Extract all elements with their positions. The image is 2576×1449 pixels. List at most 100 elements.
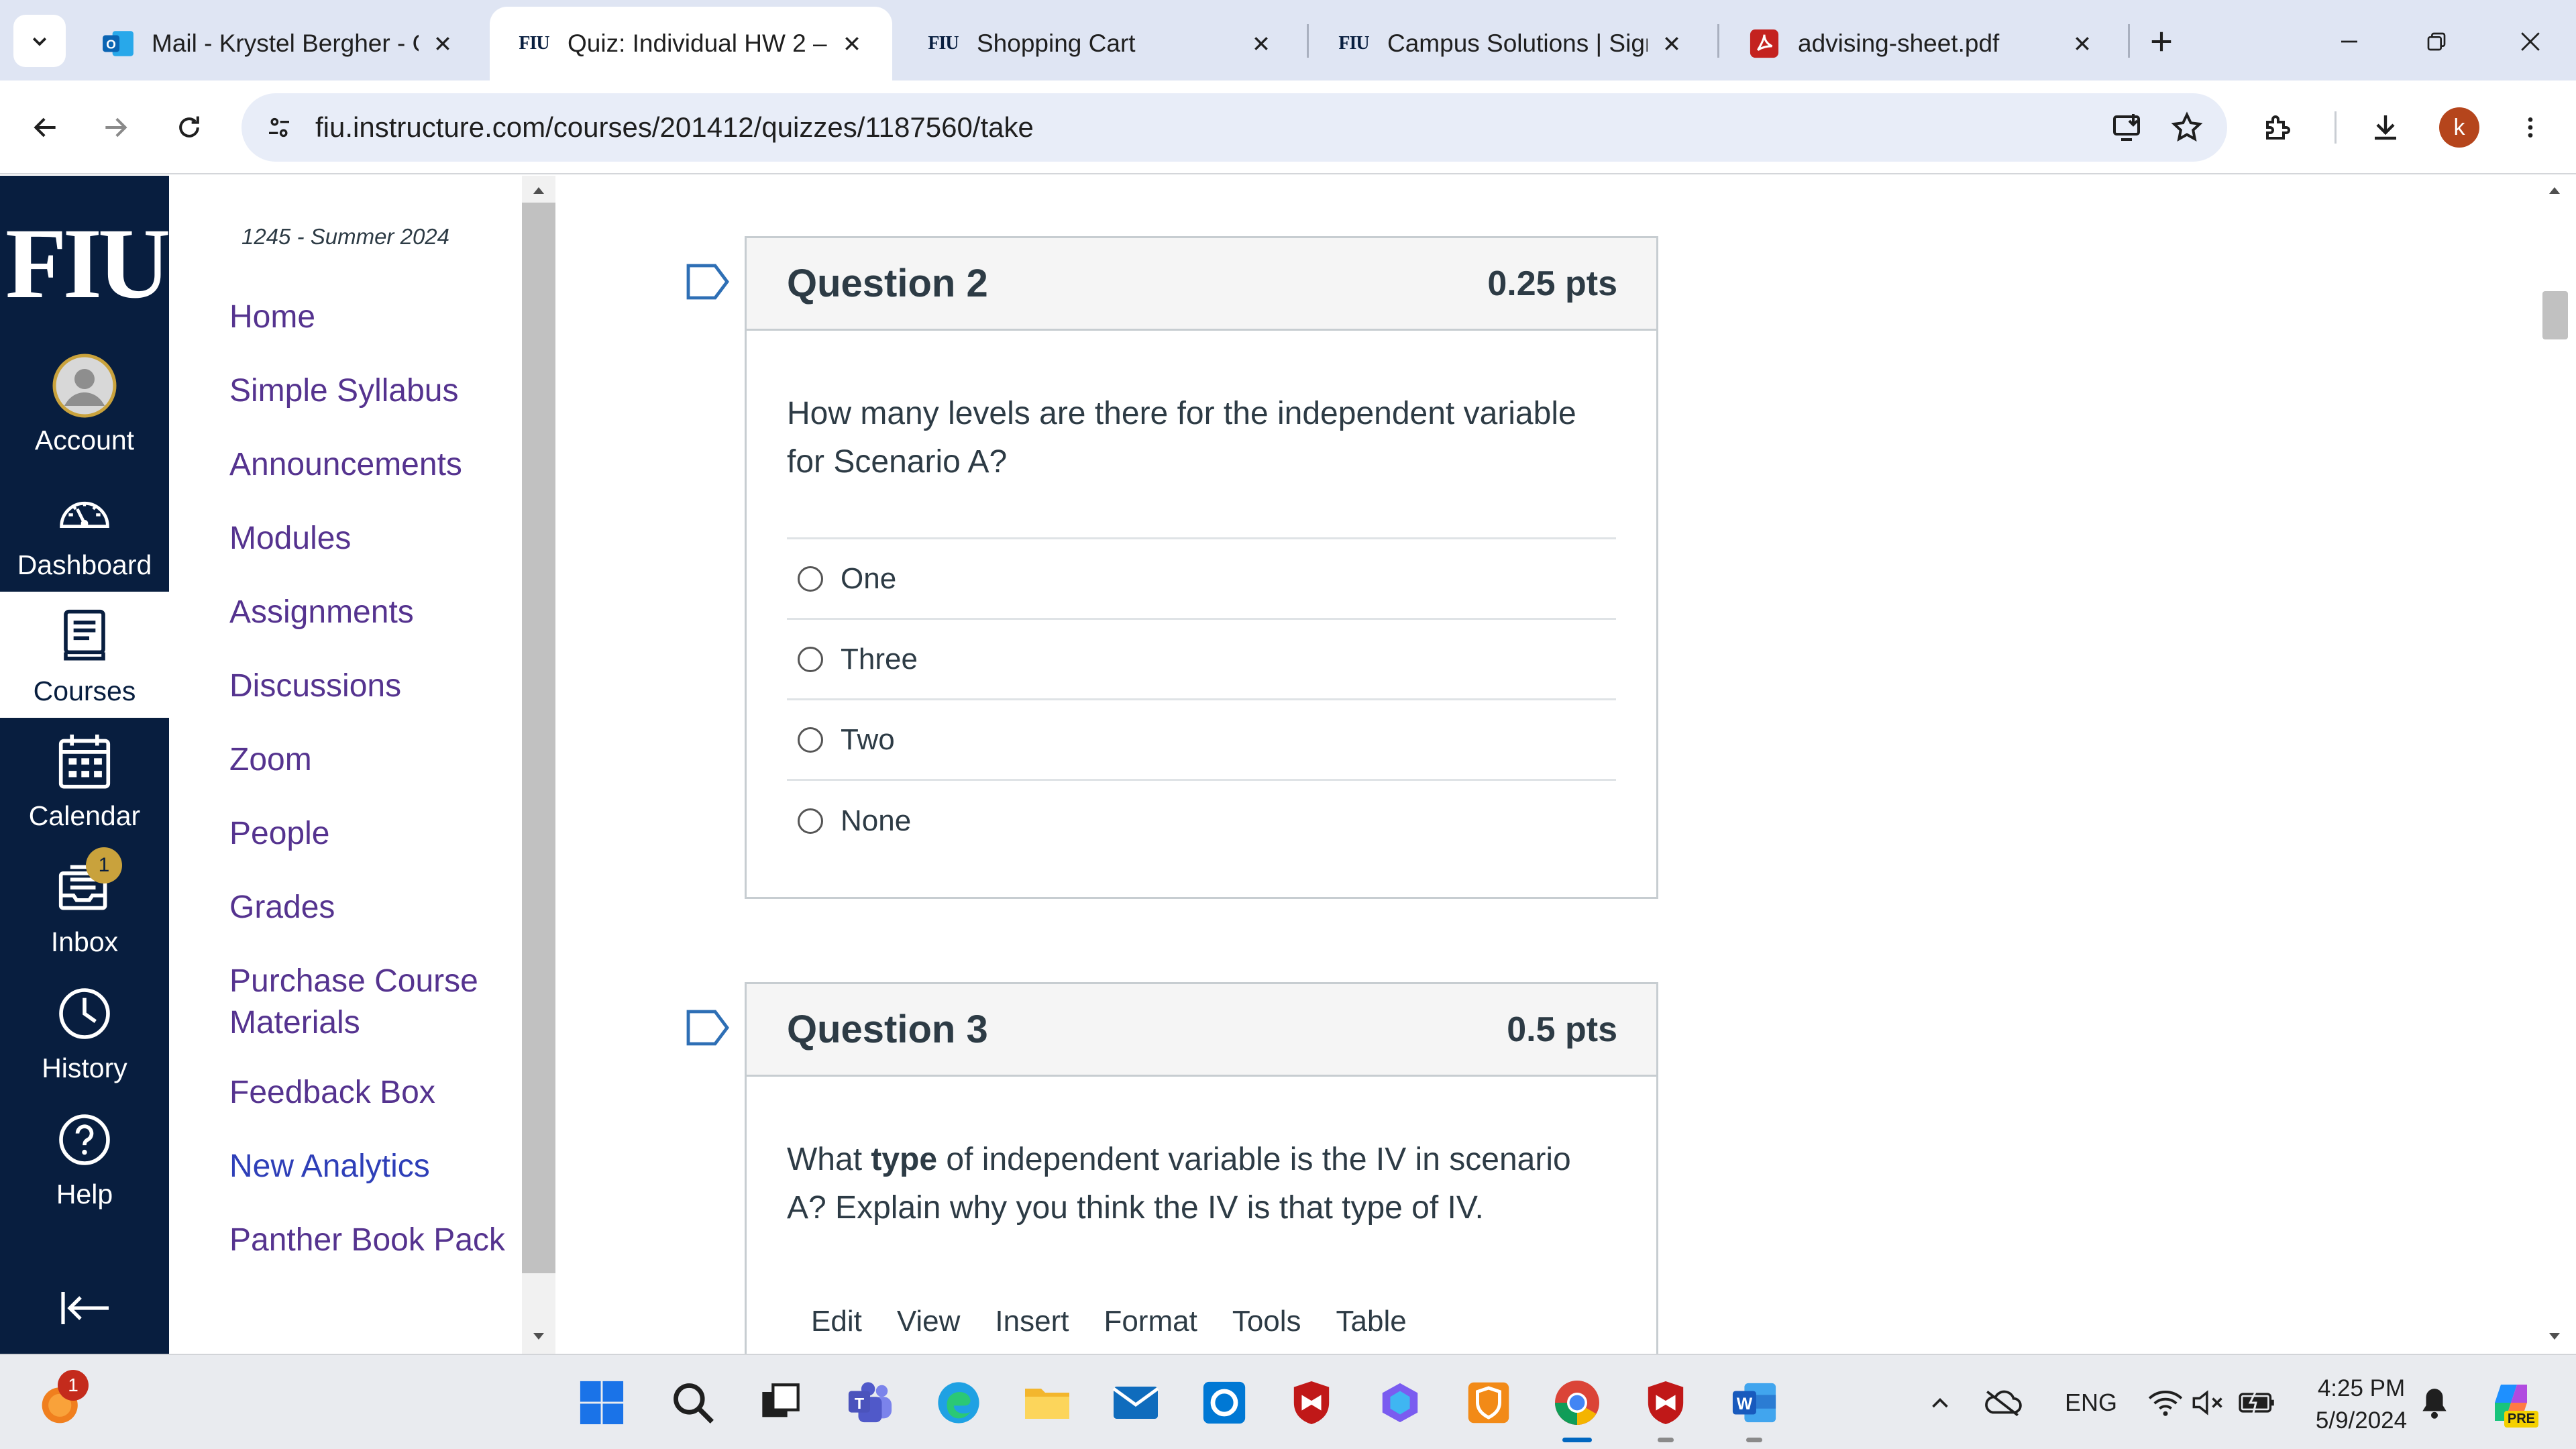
wifi-button[interactable] — [2145, 1374, 2186, 1432]
close-icon[interactable] — [429, 30, 456, 57]
global-nav-calendar[interactable]: Calendar — [0, 716, 169, 843]
back-button[interactable] — [19, 101, 72, 154]
search-button[interactable] — [664, 1374, 722, 1432]
editor-menu-insert[interactable]: Insert — [995, 1305, 1069, 1338]
downloads-button[interactable] — [2359, 101, 2412, 154]
course-nav-discussions[interactable]: Discussions — [229, 665, 401, 707]
global-nav-courses[interactable]: Courses — [0, 592, 169, 718]
restore-button[interactable] — [2415, 20, 2458, 63]
forward-button[interactable] — [89, 101, 142, 154]
word-button[interactable]: W — [1725, 1374, 1783, 1442]
editor-menu-format[interactable]: Format — [1104, 1305, 1197, 1338]
close-icon[interactable] — [1658, 30, 1685, 57]
scrollbar-thumb[interactable] — [2542, 291, 2568, 339]
site-info-button[interactable] — [260, 109, 298, 146]
tab-campus-solutions[interactable]: FIU Campus Solutions | Sign- — [1309, 7, 1712, 80]
answer-option[interactable]: None — [787, 781, 1616, 861]
answer-option[interactable]: Three — [787, 620, 1616, 700]
scroll-up-icon[interactable] — [2546, 182, 2563, 199]
minimize-button[interactable] — [2328, 20, 2371, 63]
course-nav-purchase-course-materials[interactable]: Purchase Course — [229, 961, 478, 1002]
file-explorer-button[interactable] — [1018, 1374, 1076, 1432]
course-nav-people[interactable]: People — [229, 813, 329, 855]
page-scrollbar[interactable] — [2533, 176, 2576, 1354]
mail-button[interactable] — [1107, 1374, 1165, 1432]
course-nav-simple-syllabus[interactable]: Simple Syllabus — [229, 370, 458, 412]
global-nav-account[interactable]: Account — [0, 341, 169, 467]
global-nav-history[interactable]: History — [0, 969, 169, 1095]
course-nav-modules[interactable]: Modules — [229, 518, 351, 559]
mcafee-secondary-button[interactable] — [1637, 1374, 1695, 1442]
course-nav-grades[interactable]: Grades — [229, 887, 335, 928]
flag-question-icon[interactable] — [686, 1009, 730, 1046]
fiu-logo[interactable]: FIU — [5, 213, 170, 314]
notifications-button[interactable] — [2412, 1374, 2457, 1432]
radio-button[interactable] — [798, 808, 823, 834]
tab-advising-sheet[interactable]: advising-sheet.pdf — [1720, 7, 2123, 80]
chrome-button[interactable] — [1548, 1374, 1606, 1442]
radio-button[interactable] — [798, 646, 823, 672]
tab-mail[interactable]: O Mail - Krystel Bergher - O — [74, 7, 483, 80]
course-nav-feedback-box[interactable]: Feedback Box — [229, 1072, 435, 1114]
copilot-button[interactable]: PRE — [2482, 1374, 2540, 1432]
task-view-button[interactable] — [751, 1374, 809, 1432]
collapse-nav-button[interactable] — [52, 1276, 117, 1340]
tab-quiz[interactable]: FIU Quiz: Individual HW 2 – C — [490, 7, 892, 80]
radio-button[interactable] — [798, 566, 823, 592]
teams-icon: T — [848, 1382, 892, 1423]
teams-button[interactable]: T — [841, 1374, 899, 1432]
profile-button[interactable]: k — [2432, 101, 2486, 154]
reload-button[interactable] — [162, 101, 216, 154]
start-button[interactable] — [573, 1374, 631, 1432]
close-icon[interactable] — [2069, 30, 2096, 57]
bookmark-star-button[interactable] — [2165, 106, 2208, 149]
scroll-down-icon[interactable] — [531, 1328, 547, 1344]
course-nav-scrollbar[interactable] — [522, 176, 555, 1354]
editor-menu-table[interactable]: Table — [1336, 1305, 1407, 1338]
new-tab-button[interactable] — [2140, 20, 2183, 63]
flag-question-icon[interactable] — [686, 263, 730, 301]
answer-option[interactable]: One — [787, 539, 1616, 620]
widgets-button[interactable]: 1 — [34, 1370, 91, 1432]
copilot-app-button[interactable] — [1371, 1374, 1429, 1432]
course-nav-panther-book-pack[interactable]: Panther Book Pack — [229, 1220, 505, 1261]
close-icon[interactable] — [839, 30, 865, 57]
course-nav-zoom[interactable]: Zoom — [229, 739, 312, 781]
word-icon: W — [1732, 1383, 1776, 1423]
course-nav-purchase-course-materials-line2[interactable]: Materials — [229, 1002, 360, 1044]
onedrive-button[interactable] — [1979, 1374, 2026, 1432]
course-nav-new-analytics[interactable]: New Analytics — [229, 1146, 430, 1187]
security-app-button[interactable] — [1460, 1374, 1517, 1432]
global-nav-inbox[interactable]: 1 Inbox — [0, 843, 169, 969]
course-nav-home[interactable]: Home — [229, 297, 315, 338]
edge-button[interactable] — [930, 1374, 987, 1432]
scroll-up-icon[interactable] — [531, 182, 547, 199]
system-clock[interactable]: 4:25 PM 5/9/2024 — [2308, 1373, 2415, 1437]
answer-option[interactable]: Two — [787, 700, 1616, 781]
editor-menu-view[interactable]: View — [897, 1305, 961, 1338]
tab-search-button[interactable] — [13, 15, 66, 67]
volume-button[interactable] — [2188, 1374, 2229, 1432]
close-window-button[interactable] — [2509, 20, 2552, 63]
install-app-button[interactable] — [2106, 106, 2149, 149]
address-bar[interactable]: fiu.instructure.com/courses/201412/quizz… — [241, 93, 2227, 162]
show-hidden-icons-button[interactable] — [1920, 1374, 1960, 1432]
course-nav-announcements[interactable]: Announcements — [229, 444, 462, 486]
course-nav-assignments[interactable]: Assignments — [229, 592, 414, 633]
global-nav-help[interactable]: Help — [0, 1095, 169, 1221]
scrollbar-thumb[interactable] — [522, 203, 555, 1273]
editor-menu-tools[interactable]: Tools — [1232, 1305, 1301, 1338]
browser-menu-button[interactable] — [2504, 101, 2557, 154]
notification-badge: 1 — [58, 1370, 89, 1401]
scroll-down-icon[interactable] — [2546, 1328, 2563, 1344]
close-icon[interactable] — [1248, 30, 1275, 57]
battery-button[interactable] — [2234, 1374, 2281, 1432]
radio-button[interactable] — [798, 727, 823, 753]
language-indicator[interactable]: ENG — [2065, 1389, 2117, 1417]
tab-shopping-cart[interactable]: FIU Shopping Cart — [899, 7, 1301, 80]
cortana-button[interactable] — [1195, 1374, 1253, 1432]
editor-menu-edit[interactable]: Edit — [811, 1305, 862, 1338]
global-nav-dashboard[interactable]: Dashboard — [0, 466, 169, 592]
mcafee-button[interactable] — [1283, 1374, 1340, 1432]
extensions-button[interactable] — [2251, 101, 2305, 154]
